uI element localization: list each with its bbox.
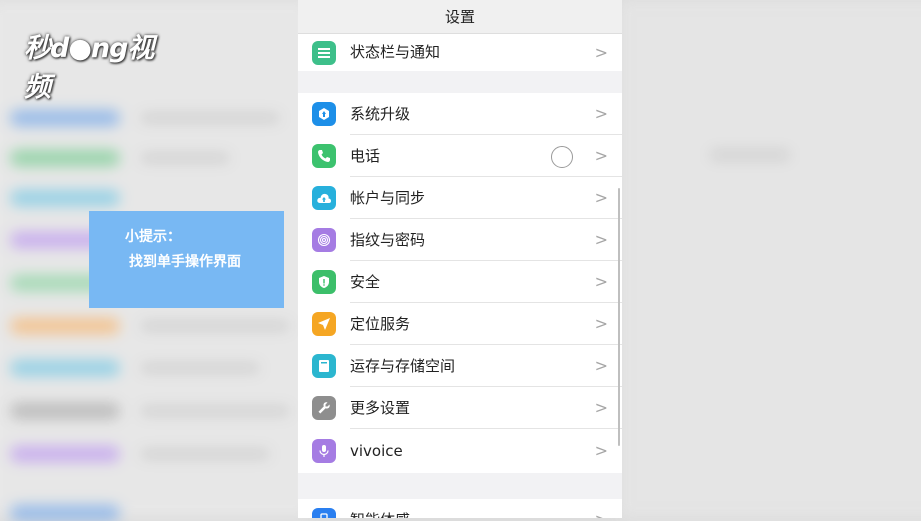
blurred-row	[10, 110, 120, 126]
settings-item-system-upgrade[interactable]: 系统升级 >	[298, 93, 622, 135]
cloud-icon	[312, 186, 336, 210]
settings-item-location[interactable]: 定位服务 >	[298, 303, 622, 345]
settings-item-label: 运存与存储空间	[350, 357, 456, 375]
chevron-right-icon: >	[594, 230, 608, 249]
location-icon	[312, 312, 336, 336]
settings-item-storage[interactable]: 运存与存储空间 >	[298, 345, 622, 387]
blurred-row	[10, 403, 120, 419]
chevron-right-icon: >	[594, 146, 608, 165]
scrollbar[interactable]	[618, 188, 620, 446]
blurred-line	[140, 153, 230, 163]
list-icon	[312, 41, 336, 65]
tip-title: 小提示：	[125, 229, 181, 245]
settings-item-label: 电话	[350, 147, 381, 165]
settings-item-label: 系统升级	[350, 105, 411, 123]
blurred-line	[710, 150, 790, 160]
chevron-right-icon: >	[594, 272, 608, 291]
chevron-right-icon: >	[594, 43, 608, 62]
chevron-right-icon: >	[594, 314, 608, 333]
phone-icon	[312, 144, 336, 168]
chevron-right-icon: >	[594, 441, 608, 460]
settings-item-phone[interactable]: 电话 >	[298, 135, 622, 177]
settings-item-label: 智能体感	[350, 499, 410, 518]
chevron-right-icon: >	[595, 499, 608, 518]
chevron-right-icon: >	[594, 356, 608, 375]
settings-item-smart-motion[interactable]: 智能体感 >	[298, 499, 622, 518]
touch-indicator	[551, 146, 573, 168]
settings-item-label: 状态栏与通知	[350, 43, 441, 61]
section-gap	[298, 473, 622, 499]
settings-item-label: 定位服务	[350, 315, 411, 333]
settings-screen: 设置 状态栏与通知 > 系统升级 > 电话 > 帐户与同步 > 指纹与密码 > …	[298, 0, 622, 518]
storage-icon	[312, 354, 336, 378]
settings-group-2: 系统升级 > 电话 > 帐户与同步 > 指纹与密码 > 安全 > 定位服务 > …	[298, 93, 622, 473]
settings-item-status-bar[interactable]: 状态栏与通知 >	[298, 34, 622, 71]
tip-text: 找到单手操作界面	[129, 254, 241, 270]
blurred-line	[140, 321, 290, 331]
blurred-row	[10, 446, 120, 462]
blurred-row	[10, 150, 120, 166]
section-gap	[298, 71, 622, 93]
settings-group-3: 智能体感 >	[298, 499, 622, 518]
settings-item-label: 更多设置	[350, 399, 411, 417]
blurred-background-right	[620, 0, 921, 518]
settings-item-more-settings[interactable]: 更多设置 >	[298, 387, 622, 429]
blurred-row	[10, 505, 120, 521]
blurred-row	[10, 190, 120, 206]
wrench-icon	[312, 396, 336, 420]
chevron-right-icon: >	[594, 188, 608, 207]
chevron-right-icon: >	[594, 104, 608, 123]
chevron-right-icon: >	[594, 398, 608, 417]
shield-icon	[312, 270, 336, 294]
blurred-line	[140, 113, 280, 123]
blurred-row	[10, 318, 120, 334]
blurred-line	[140, 449, 270, 459]
watermark-logo: 秒d●ng视频	[24, 33, 154, 103]
blurred-line	[140, 406, 290, 416]
settings-item-fingerprint-password[interactable]: 指纹与密码 >	[298, 219, 622, 261]
blurred-line	[140, 363, 260, 373]
settings-group-1: 状态栏与通知 >	[298, 34, 622, 71]
settings-item-security[interactable]: 安全 >	[298, 261, 622, 303]
settings-item-vivoice[interactable]: vivoice >	[298, 429, 622, 473]
settings-item-account-sync[interactable]: 帐户与同步 >	[298, 177, 622, 219]
upgrade-icon	[312, 102, 336, 126]
settings-item-label: 安全	[350, 273, 381, 291]
settings-item-label: 帐户与同步	[350, 189, 426, 207]
smart-motion-icon	[312, 508, 336, 518]
settings-item-label: vivoice	[350, 442, 403, 460]
fingerprint-icon	[312, 228, 336, 252]
tip-box: 小提示： 找到单手操作界面	[89, 211, 284, 308]
page-title: 设置	[298, 0, 622, 34]
microphone-icon	[312, 439, 336, 463]
blurred-row	[10, 360, 120, 376]
settings-item-label: 指纹与密码	[350, 231, 426, 249]
